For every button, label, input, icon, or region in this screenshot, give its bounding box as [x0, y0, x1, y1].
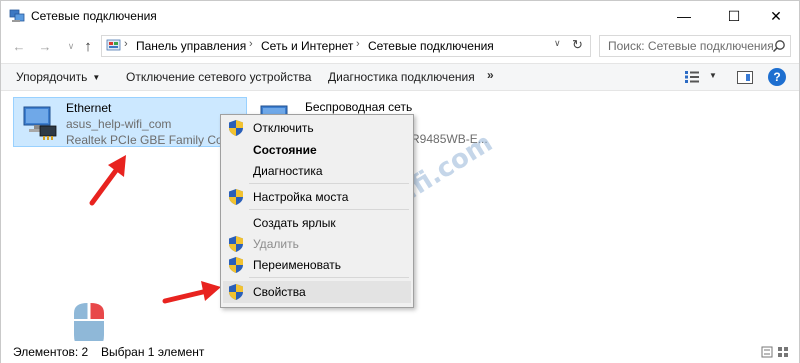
view-options-chevron-icon[interactable]: ▼: [709, 71, 717, 80]
connection-name: Беспроводная сеть: [305, 100, 413, 114]
breadcrumb-separator: ›: [356, 38, 360, 50]
uac-shield-icon: [229, 120, 243, 136]
address-dropdown-chevron-icon[interactable]: ∨: [554, 38, 561, 49]
breadcrumb-separator: ›: [249, 38, 253, 50]
minimize-button[interactable]: —: [661, 1, 707, 31]
uac-shield-icon: [229, 257, 243, 273]
window-title: Сетевые подключения: [31, 9, 157, 23]
uac-shield-icon: [229, 236, 243, 252]
status-bar: Элементов: 2 Выбран 1 элемент: [1, 341, 799, 363]
address-bar[interactable]: › Панель управления › Сеть и Интернет › …: [101, 35, 591, 57]
navigation-bar: ← → ∨ ↑ › Панель управления › Сеть и Инт…: [1, 31, 799, 61]
back-arrow-icon[interactable]: ←: [9, 36, 29, 56]
breadcrumb-network-connections[interactable]: Сетевые подключения: [368, 39, 494, 53]
diagnose-connection-button[interactable]: Диагностика подключения: [328, 70, 475, 84]
breadcrumb-control-panel[interactable]: Панель управления: [136, 39, 246, 53]
item-count: Элементов: 2: [13, 345, 89, 359]
menu-item-rename[interactable]: Переименовать: [223, 254, 411, 276]
breadcrumb-network-internet[interactable]: Сеть и Интернет: [261, 39, 353, 53]
uac-shield-icon: [229, 284, 243, 300]
change-view-icon[interactable]: [685, 71, 699, 83]
chevron-down-icon: ▼: [92, 73, 101, 82]
preview-pane-icon[interactable]: [737, 71, 753, 84]
menu-item-bridge[interactable]: Настройка моста: [223, 186, 411, 208]
menu-item-delete: Удалить: [223, 233, 411, 255]
search-input[interactable]: Поиск: Сетевые подключения: [599, 35, 791, 57]
close-button[interactable]: ✕: [753, 1, 799, 31]
menu-item-disable[interactable]: Отключить: [223, 117, 411, 139]
up-arrow-icon[interactable]: ↑: [78, 36, 98, 56]
forward-arrow-icon[interactable]: →: [35, 36, 55, 56]
title-bar: Сетевые подключения — ☐ ✕: [1, 1, 799, 31]
connection-adapter: Realtek PCIe GBE Family Contr: [66, 133, 237, 147]
search-icon: [772, 40, 785, 53]
menu-item-properties[interactable]: Свойства: [223, 281, 411, 303]
refresh-icon[interactable]: ↻: [572, 37, 583, 53]
help-icon[interactable]: ?: [768, 68, 786, 86]
disable-device-button[interactable]: Отключение сетевого устройства: [126, 70, 311, 84]
menu-separator: [249, 183, 409, 184]
control-panel-icon: [106, 39, 121, 51]
command-bar: Упорядочить ▼ Отключение сетевого устройс…: [1, 63, 799, 91]
organize-button[interactable]: Упорядочить ▼: [16, 70, 100, 84]
uac-shield-icon: [229, 189, 243, 205]
context-menu: Отключить Состояние Диагностика Настройк…: [220, 114, 414, 308]
breadcrumb-separator: ›: [124, 38, 128, 50]
explorer-window: Сетевые подключения — ☐ ✕ ← → ∨ ↑ › Пане…: [0, 0, 800, 363]
more-commands-button[interactable]: »: [487, 68, 494, 82]
menu-separator: [249, 209, 409, 210]
menu-item-status[interactable]: Состояние: [223, 139, 411, 161]
network-connections-icon: [9, 9, 25, 22]
connection-name: Ethernet: [66, 101, 112, 115]
connection-network: asus_help-wifi_com: [66, 117, 172, 131]
menu-separator: [249, 277, 409, 278]
ethernet-adapter-icon: [23, 106, 57, 140]
maximize-button[interactable]: ☐: [711, 1, 757, 31]
selection-count: Выбран 1 элемент: [101, 345, 205, 359]
menu-item-diagnose[interactable]: Диагностика: [223, 160, 411, 182]
red-arrow-icon: [89, 155, 126, 206]
menu-item-create-shortcut[interactable]: Создать ярлык: [223, 212, 411, 234]
red-arrow-icon: [162, 281, 221, 304]
view-toggle-icon[interactable]: [761, 346, 791, 358]
search-placeholder: Поиск: Сетевые подключения: [608, 39, 774, 53]
connection-item-ethernet[interactable]: Ethernet asus_help-wifi_com Realtek PCIe…: [13, 97, 247, 147]
